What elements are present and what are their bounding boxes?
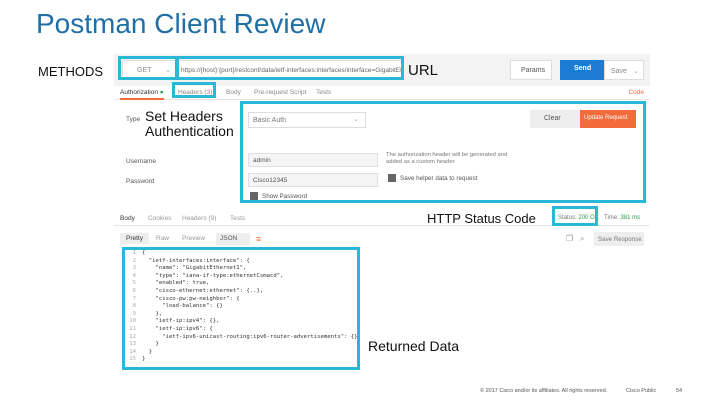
returned-data-highlight (122, 247, 360, 370)
classification: Cisco Public (626, 388, 657, 394)
username-label: Username (126, 158, 156, 165)
headers-callout-line2: Authentication (145, 123, 234, 139)
active-dot-icon: ● (159, 89, 164, 96)
send-button[interactable]: Send (560, 60, 608, 80)
status-highlight (552, 206, 598, 226)
method-highlight (118, 56, 178, 80)
password-label: Password (126, 178, 155, 185)
auth-highlight (240, 101, 646, 203)
tab-tests[interactable]: Tests (316, 89, 331, 96)
headers-callout: Set Headers Authentication (145, 109, 234, 139)
code-link[interactable]: Code (628, 89, 644, 96)
headers-tab-highlight (172, 82, 216, 98)
format-select[interactable]: JSON (216, 233, 250, 245)
tab-response-headers[interactable]: Headers (9) (182, 215, 216, 222)
copyright: © 2017 Cisco and/or its affiliates. All … (480, 388, 608, 394)
view-pretty[interactable]: Pretty (120, 233, 149, 244)
tab-pre-request-script[interactable]: Pre-request Script (254, 89, 306, 96)
tab-authorization[interactable]: Authorization ● (120, 89, 164, 100)
status-callout: HTTP Status Code (427, 211, 536, 226)
methods-callout: METHODS (38, 64, 103, 79)
save-response-button[interactable]: Save Response (594, 232, 644, 246)
params-button[interactable]: Params (510, 60, 552, 80)
auth-type-label: Type (126, 116, 141, 123)
search-icon[interactable]: ⌕ (580, 234, 590, 244)
url-callout: URL (408, 62, 439, 79)
save-button[interactable]: Save ⌄ (604, 60, 644, 80)
tab-response-tests[interactable]: Tests (230, 215, 245, 222)
view-raw[interactable]: Raw (156, 235, 169, 242)
url-highlight (176, 56, 404, 80)
time-indicator: Time: 381 ms (604, 215, 640, 221)
chevron-down-icon: ⌄ (632, 68, 639, 75)
copy-icon[interactable]: ❐ (566, 234, 576, 244)
save-label: Save (611, 68, 627, 75)
slide-title: Postman Client Review (36, 8, 326, 39)
view-preview[interactable]: Preview (182, 235, 205, 242)
time-value: 381 ms (620, 215, 641, 221)
tab-response-body[interactable]: Body (120, 215, 135, 222)
page-number: 54 (676, 388, 683, 394)
tab-cookies[interactable]: Cookies (148, 215, 171, 222)
time-label: Time: (604, 215, 619, 221)
headers-callout-line1: Set Headers (145, 108, 223, 124)
tab-body[interactable]: Body (226, 89, 241, 96)
returned-data-callout: Returned Data (368, 338, 460, 354)
tab-authorization-label: Authorization (120, 89, 158, 96)
wrap-icon[interactable]: ≡ (256, 234, 266, 244)
